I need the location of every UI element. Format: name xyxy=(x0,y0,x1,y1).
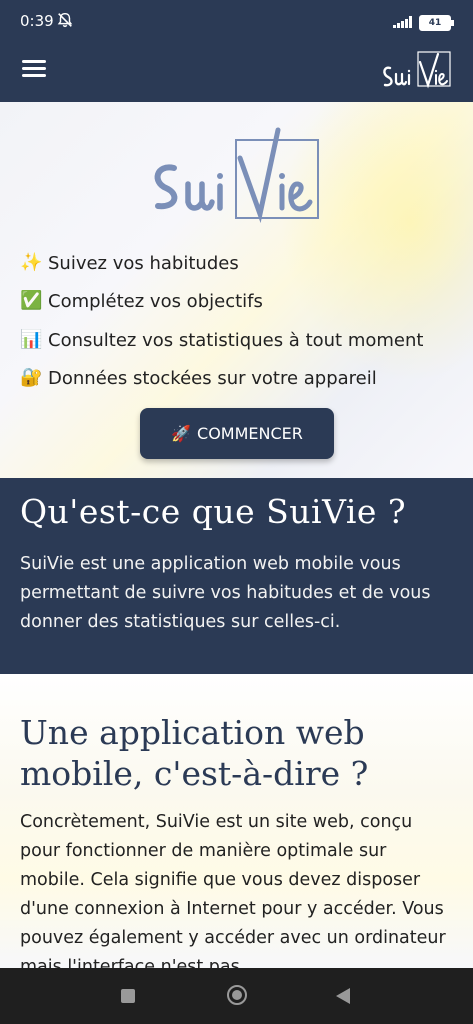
mute-bell-icon xyxy=(57,12,73,28)
webapp-body: Concrètement, SuiVie est un site web, co… xyxy=(20,812,446,968)
commencer-label: COMMENCER xyxy=(197,424,303,443)
signal-icon xyxy=(393,16,412,28)
feature-item: ✨ Suivez vos habitudes xyxy=(20,252,239,274)
feature-item: 📊 Consultez vos statistiques à tout mome… xyxy=(20,329,423,351)
suivie-logo-small[interactable] xyxy=(378,44,454,102)
recent-apps-icon[interactable] xyxy=(121,989,135,1003)
suivie-logo-large xyxy=(154,127,319,224)
hamburger-menu-icon[interactable] xyxy=(22,60,46,80)
status-bar: 0:39 41 xyxy=(0,0,473,44)
hero-section: ✨ Suivez vos habitudes ✅ Complétez vos o… xyxy=(0,102,473,478)
sparkles-icon: ✨ xyxy=(20,252,43,273)
feature-item: ✅ Complétez vos objectifs xyxy=(20,290,263,312)
feature-text: Suivez vos habitudes xyxy=(48,252,239,274)
lock-key-icon: 🔐 xyxy=(20,367,43,388)
about-section: Qu'est-ce que SuiVie ? SuiVie est une ap… xyxy=(0,478,473,674)
feature-text: Complétez vos objectifs xyxy=(48,290,263,312)
rocket-icon: 🚀 xyxy=(171,424,192,443)
home-icon[interactable] xyxy=(227,985,247,1005)
app-navbar xyxy=(0,44,473,102)
status-time: 0:39 xyxy=(20,12,54,30)
check-mark-icon: ✅ xyxy=(20,290,43,311)
feature-text: Données stockées sur votre appareil xyxy=(48,367,377,389)
battery-icon: 41 xyxy=(419,15,454,31)
webapp-title: Une application web mobile, c'est-à-dire… xyxy=(20,713,369,793)
feature-item: 🔐 Données stockées sur votre appareil xyxy=(20,367,377,389)
webapp-section: Une application web mobile, c'est-à-dire… xyxy=(0,674,473,968)
about-title: Qu'est-ce que SuiVie ? xyxy=(20,492,407,531)
feature-text: Consultez vos statistiques à tout moment xyxy=(48,329,424,351)
battery-level: 41 xyxy=(428,18,442,28)
bar-chart-icon: 📊 xyxy=(20,329,43,350)
commencer-button[interactable]: 🚀 COMMENCER xyxy=(140,408,334,459)
about-body: SuiVie est une application web mobile vo… xyxy=(20,554,431,632)
back-icon[interactable] xyxy=(336,988,350,1004)
system-nav-bar xyxy=(0,968,473,1024)
